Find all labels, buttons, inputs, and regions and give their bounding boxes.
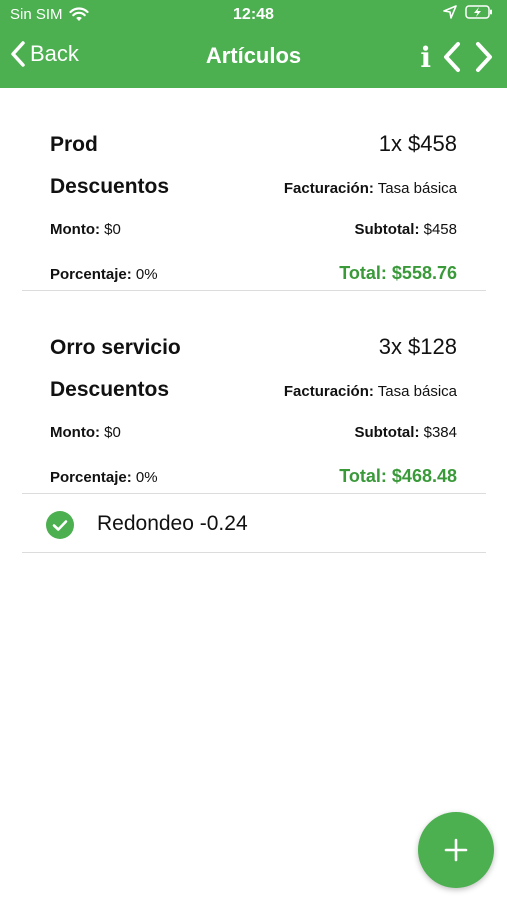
item-discount-row: Descuentos Facturación: Tasa básica: [50, 175, 457, 199]
item-total: Total: $468.48: [339, 466, 457, 486]
percentage-info: Porcentaje: 0%: [50, 469, 158, 486]
subtotal-value: $384: [423, 424, 457, 441]
item-amount-row: Monto: $0 Subtotal: $458: [50, 221, 457, 238]
percentage-value: 0%: [135, 266, 158, 283]
rounding-label: Redondeo -0.24: [97, 512, 248, 535]
item-total: Total: $558.76: [339, 263, 457, 283]
plus-icon: [444, 838, 468, 862]
rounding-row[interactable]: Redondeo -0.24: [22, 494, 486, 553]
percentage-info: Porcentaje: 0%: [50, 266, 158, 283]
navigation-bar: Back Artículos i: [0, 36, 507, 80]
list-item[interactable]: Prod 1x $458 Descuentos Facturación: Tas…: [22, 88, 486, 291]
amount-label: Monto:: [50, 424, 100, 441]
percentage-label: Porcentaje:: [50, 469, 132, 486]
item-discount-row: Descuentos Facturación: Tasa básica: [50, 378, 457, 402]
add-item-button[interactable]: [418, 812, 494, 888]
subtotal-value: $458: [423, 221, 457, 238]
back-label: Back: [30, 41, 79, 66]
status-time: 12:48: [233, 6, 274, 23]
billing-info: Facturación: Tasa básica: [284, 383, 457, 400]
location-arrow-icon: [443, 5, 457, 19]
nav-actions: i: [420, 40, 495, 74]
chevron-left-icon: [11, 41, 25, 67]
item-total-row: Porcentaje: 0% Total: $468.48: [50, 466, 457, 487]
check-circle-icon[interactable]: [46, 511, 74, 539]
status-bar: Sin SIM 12:48: [0, 4, 507, 26]
percentage-label: Porcentaje:: [50, 266, 132, 283]
billing-value: Tasa básica: [377, 180, 457, 197]
amount-info: Monto: $0: [50, 424, 121, 441]
item-name: Prod: [50, 133, 98, 156]
status-right-icons: [443, 5, 493, 19]
list-item[interactable]: Orro servicio 3x $128 Descuentos Factura…: [22, 291, 486, 494]
item-header-row: Orro servicio 3x $128: [50, 334, 457, 360]
billing-label: Facturación:: [283, 180, 374, 197]
discounts-heading: Descuentos: [50, 378, 170, 401]
amount-value: $0: [104, 424, 121, 441]
app-header: Sin SIM 12:48 Back Artículos i: [0, 0, 507, 88]
percentage-value: 0%: [135, 469, 158, 486]
item-qty-price: 1x $458: [378, 131, 457, 156]
amount-label: Monto:: [50, 221, 100, 238]
item-name: Orro servicio: [50, 336, 181, 359]
amount-value: $0: [104, 221, 121, 238]
item-total-row: Porcentaje: 0% Total: $558.76: [50, 263, 457, 284]
billing-info: Facturación: Tasa básica: [284, 180, 457, 197]
item-qty-price: 3x $128: [378, 334, 457, 359]
billing-label: Facturación:: [283, 383, 374, 400]
subtotal-info: Subtotal: $458: [354, 221, 457, 238]
info-button[interactable]: i: [420, 41, 431, 74]
item-header-row: Prod 1x $458: [50, 131, 457, 157]
item-amount-row: Monto: $0 Subtotal: $384: [50, 424, 457, 441]
discounts-heading: Descuentos: [50, 175, 170, 198]
amount-info: Monto: $0: [50, 221, 121, 238]
next-chevron-icon[interactable]: [473, 40, 495, 74]
subtotal-label: Subtotal:: [354, 424, 420, 441]
billing-value: Tasa básica: [377, 383, 457, 400]
back-button[interactable]: Back: [10, 40, 79, 68]
battery-charging-icon: [465, 5, 492, 19]
items-list: Prod 1x $458 Descuentos Facturación: Tas…: [22, 88, 486, 553]
subtotal-info: Subtotal: $384: [354, 424, 457, 441]
previous-chevron-icon[interactable]: [441, 40, 463, 74]
subtotal-label: Subtotal:: [354, 221, 420, 238]
